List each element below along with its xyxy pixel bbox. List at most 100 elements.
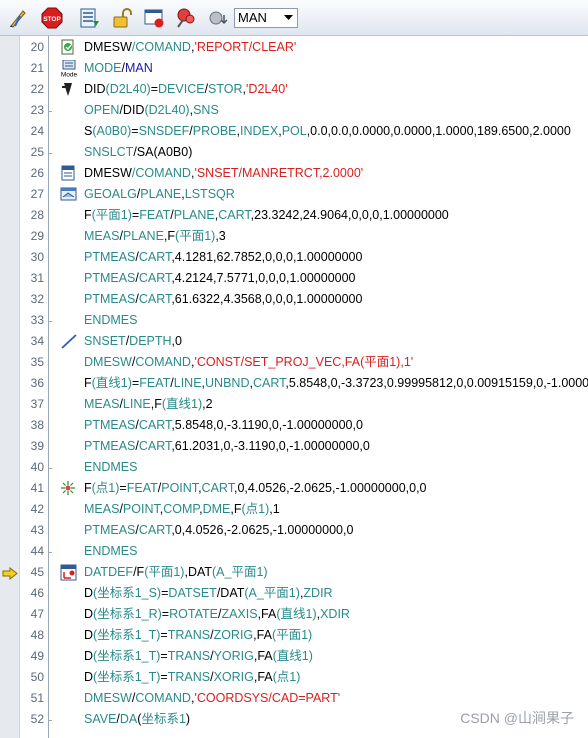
line-number: 31 (30, 271, 44, 285)
line-number: 20 (30, 40, 44, 54)
code-token: = (160, 649, 168, 663)
code-line[interactable]: 31 PTMEAS/CART,4.2124,7.5771,0,0,0,1.0000… (0, 268, 588, 289)
code-token: F (84, 376, 92, 390)
code-token: /DAT (216, 586, 245, 600)
code-line[interactable]: 30 PTMEAS/CART,4.1281,62.7852,0,0,0,1.000… (0, 247, 588, 268)
code-token: (点1) (272, 670, 301, 684)
code-token: INDEX (240, 124, 279, 138)
code-token: (点1) (91, 481, 120, 495)
fold-marker (48, 720, 52, 721)
code-token: 'SNSET/MANRETRCT,2.0000' (194, 166, 364, 180)
code-line[interactable]: 22 DID(D2L40)=DEVICE/STOR,'D2L40' (0, 79, 588, 100)
code-token: COMAND (135, 40, 191, 54)
code-line[interactable]: 39 PTMEAS/CART,61.2031,0,-3.1190,0,-1.000… (0, 436, 588, 457)
code-token: (直线1) (91, 376, 132, 390)
code-line[interactable]: 41 F(点1)=FEAT/POINT,CART,0,4.0526,-2.0625… (0, 478, 588, 499)
code-token: D (84, 586, 94, 600)
code-line[interactable]: 24 S(A0B0)=SNSDEF/PROBE,INDEX,POL,0.0,0.0… (0, 121, 588, 142)
line-number: 42 (30, 502, 44, 516)
code-token: PTMEAS (84, 439, 136, 453)
code-token: COMAND (135, 166, 191, 180)
watermark: CSDN @山涧果子 (460, 710, 574, 726)
code-token: DEVICE (158, 82, 205, 96)
code-token: PTMEAS (84, 523, 136, 537)
code-line[interactable]: 51 DMESW/COMAND,'COORDSYS/CAD=PART' (0, 688, 588, 709)
code-token: SAVE (84, 712, 117, 726)
code-token: ZAXIS (221, 607, 258, 621)
code-line[interactable]: 29 MEAS/PLANE,F(平面1),3 (0, 226, 588, 247)
code-token: ,0,4.0526,-2.0625,-1.00000000,0 (171, 523, 354, 537)
code-token: (坐标系1_R) (93, 607, 162, 621)
code-token: DATDEF (84, 565, 134, 579)
current-line-arrow-icon (2, 566, 18, 581)
code-line[interactable]: 32 PTMEAS/CART,61.6322,4.3568,0,0,0,1.000… (0, 289, 588, 310)
code-editor[interactable]: 20 DMESW/COMAND,'REPORT/CLEAR' 21 Mode MODE/… (0, 37, 588, 730)
code-line[interactable]: 36 F(直线1)=FEAT/LINE,UNBND,CART,5.8548,0,-… (0, 373, 588, 394)
depth-icon (60, 333, 78, 350)
line-number: 26 (30, 166, 44, 180)
mode-select[interactable]: MAN (234, 8, 298, 28)
code-token: ROTATE (169, 607, 218, 621)
code-token: (坐标系1_T) (93, 628, 161, 642)
code-token: ) (185, 712, 191, 726)
code-line[interactable]: 38 PTMEAS/CART,5.8548,0,-3.1190,0,-1.0000… (0, 415, 588, 436)
line-number: 36 (30, 376, 44, 390)
line-number: 37 (30, 397, 44, 411)
code-token: CART (138, 271, 172, 285)
line-number: 22 (30, 82, 44, 96)
code-text: F(平面1)=FEAT/PLANE,CART,23.3242,24.9064,0… (84, 205, 449, 226)
code-token: FEAT (139, 208, 171, 222)
code-line[interactable]: 50 D(坐标系1_T)=TRANS/XORIG,FA(点1) (0, 667, 588, 688)
chevron-down-icon[interactable] (282, 11, 295, 25)
code-token: ,4.2124,7.5771,0,0,0,1.00000000 (171, 271, 356, 285)
code-token: ,F (163, 229, 176, 243)
line-number: 46 (30, 586, 44, 600)
code-token: F (84, 481, 92, 495)
line-number: 38 (30, 418, 44, 432)
code-line[interactable]: 28 F(平面1)=FEAT/PLANE,CART,23.3242,24.9064… (0, 205, 588, 226)
list-steps-icon[interactable] (78, 6, 102, 30)
code-line[interactable]: 42 MEAS/POINT,COMP,DME,F(点1),1 (0, 499, 588, 520)
code-text: SAVE/DA(坐标系1) (84, 709, 190, 730)
code-line[interactable]: 23 OPEN/DID(D2L40),SNS (0, 100, 588, 121)
edit-pen-icon[interactable] (6, 6, 30, 30)
code-text: MEAS/POINT,COMP,DME,F(点1),1 (84, 499, 280, 520)
code-line[interactable]: 20 DMESW/COMAND,'REPORT/CLEAR' (0, 37, 588, 58)
line-number: 24 (30, 124, 44, 138)
code-token: ,5.8548,0,-3.3723,0.99995812,0,0.0091515… (285, 376, 588, 390)
code-token: LSTSQR (184, 187, 235, 201)
code-token: DID (84, 82, 106, 96)
code-line[interactable]: 26 DMESW/COMAND,'SNSET/MANRETRCT,2.0000' (0, 163, 588, 184)
code-line[interactable]: 27 GEOALG/PLANE,LSTSQR (0, 184, 588, 205)
code-line[interactable]: 35 DMESW/COMAND,'CONST/SET_PROJ_VEC,FA(平面… (0, 352, 588, 373)
code-line[interactable]: 44 ENDMES (0, 541, 588, 562)
code-line[interactable]: 33 ENDMES (0, 310, 588, 331)
code-text: DID(D2L40)=DEVICE/STOR,'D2L40' (84, 79, 288, 100)
code-token: ,0 (171, 334, 182, 348)
code-text: D(坐标系1_S)=DATSET/DAT(A_平面1),ZDIR (84, 583, 333, 604)
code-line[interactable]: 40 ENDMES (0, 457, 588, 478)
line-number: 48 (30, 628, 44, 642)
code-token: CART (138, 292, 172, 306)
code-text: SNSLCT/SA(A0B0) (84, 142, 192, 163)
code-line[interactable]: 37 MEAS/LINE,F(直线1),2 (0, 394, 588, 415)
code-line[interactable]: 48 D(坐标系1_T)=TRANS/ZORIG,FA(平面1) (0, 625, 588, 646)
unlock-icon[interactable] (110, 6, 134, 30)
code-line[interactable]: 47 D(坐标系1_R)=ROTATE/ZAXIS,FA(直线1),XDIR (0, 604, 588, 625)
stop-icon[interactable]: STOP (40, 6, 64, 30)
window-record-icon[interactable] (142, 6, 166, 30)
pushpin-icon[interactable] (174, 6, 198, 30)
code-line[interactable]: 25 SNSLCT/SA(A0B0) (0, 142, 588, 163)
fold-marker (48, 321, 52, 322)
code-token: FEAT (139, 376, 171, 390)
probe-down-icon[interactable] (206, 6, 230, 30)
code-token: (直线1) (161, 397, 203, 411)
code-line[interactable]: 45 DATDEF/F(平面1),DAT(A_平面1) (0, 562, 588, 583)
code-text: ENDMES (84, 310, 137, 331)
code-line[interactable]: 34 SNSET/DEPTH,0 (0, 331, 588, 352)
code-line[interactable]: 46 D(坐标系1_S)=DATSET/DAT(A_平面1),ZDIR (0, 583, 588, 604)
code-line[interactable]: 49 D(坐标系1_T)=TRANS/YORIG,FA(直线1) (0, 646, 588, 667)
code-line[interactable]: 21 Mode MODE/MAN (0, 58, 588, 79)
code-line[interactable]: 43 PTMEAS/CART,0,4.0526,-2.0625,-1.000000… (0, 520, 588, 541)
code-text: ENDMES (84, 457, 137, 478)
